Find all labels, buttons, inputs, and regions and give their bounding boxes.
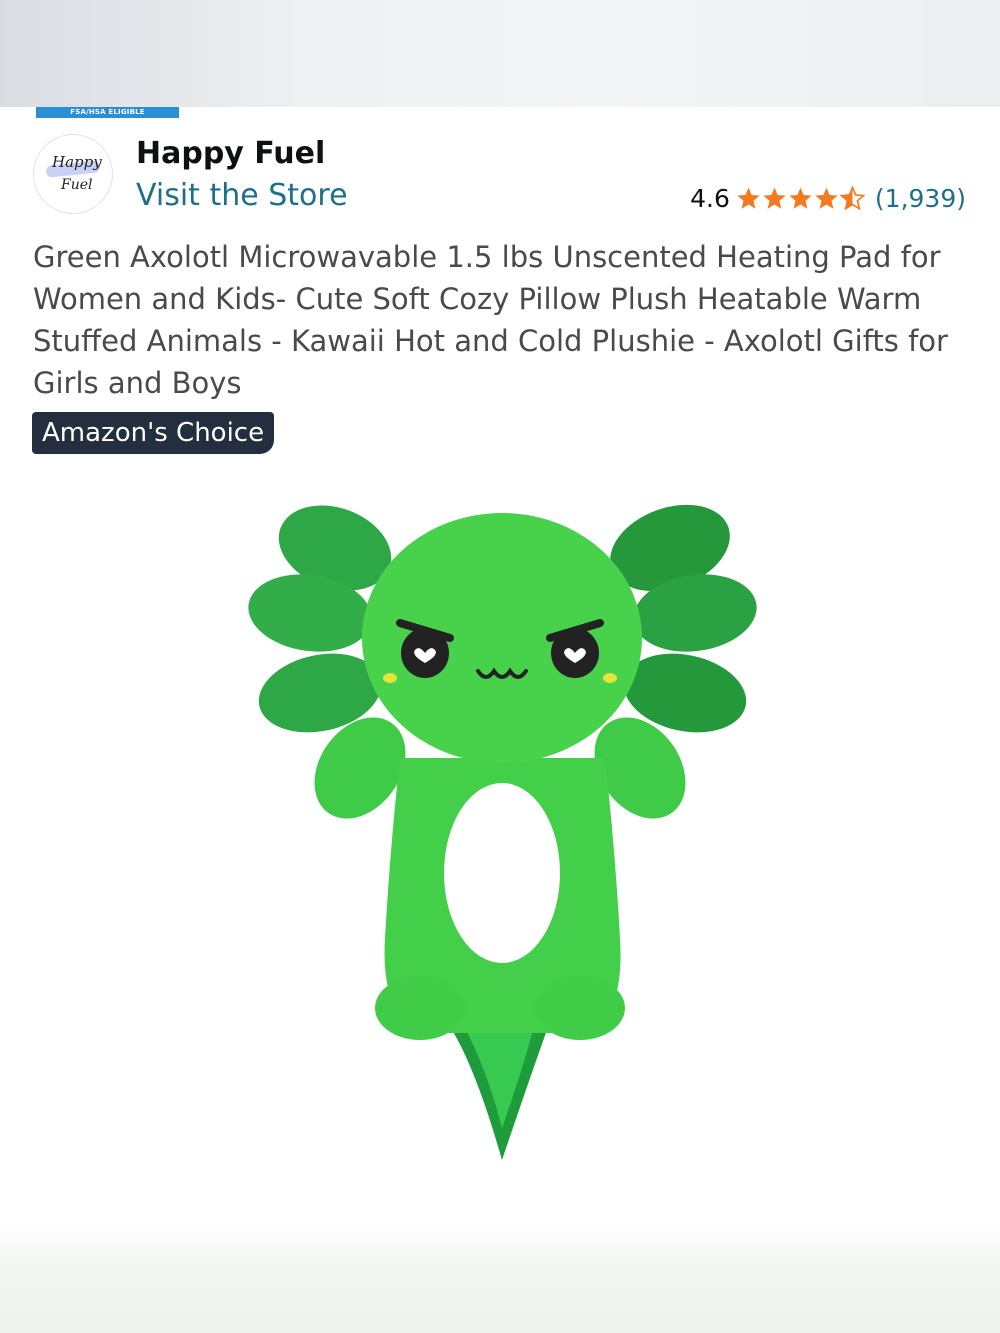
plush-belly [444,783,560,963]
plush-foot [535,976,625,1040]
star-rating [736,185,865,211]
brand-logo[interactable]: Happy Fuel [33,134,113,214]
star-icon [789,187,812,209]
top-blurred-area [0,0,1000,107]
star-icon [815,187,838,209]
logo-text-line1: Happy [52,153,102,171]
half-star-icon [839,185,865,210]
amazons-choice-badge[interactable]: Amazon's Choice [32,412,275,454]
plush-head [362,513,642,763]
product-image-axolotl-plush[interactable] [240,488,760,1178]
product-title: Green Axolotl Microwavable 1.5 lbs Unsce… [33,240,948,400]
brand-name: Happy Fuel [136,136,326,171]
fsa-hsa-eligible-badge: FSA/HSA ELIGIBLE [36,107,179,118]
plush-cheek [603,673,617,683]
rating-summary[interactable]: 4.6 (1,939) [690,180,966,216]
logo-text-line2: Fuel [61,177,93,193]
visit-store-link[interactable]: Visit the Store [136,178,348,213]
review-count-link[interactable]: (1,939) [875,184,966,213]
rating-value: 4.6 [690,183,730,213]
star-icon [737,187,760,209]
star-icon [763,187,786,209]
plush-cheek [383,673,397,683]
plush-foot [375,976,465,1040]
bottom-blurred-area [0,1222,1000,1333]
